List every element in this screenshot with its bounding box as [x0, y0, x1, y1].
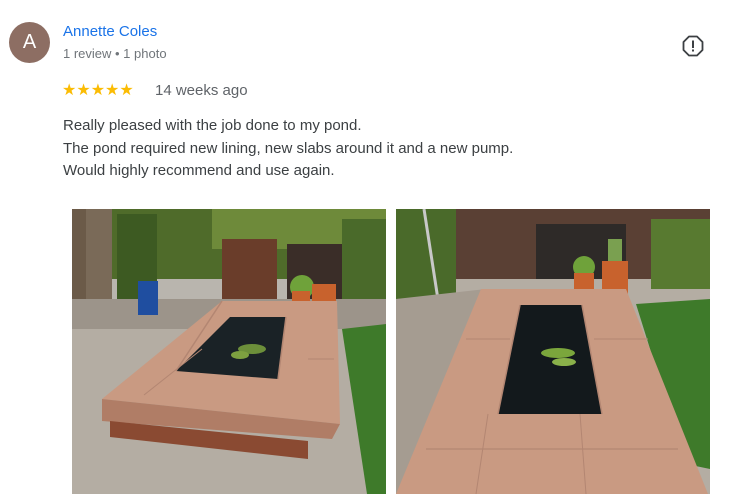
author-name[interactable]: Annette Coles: [63, 23, 157, 40]
review-text: Really pleased with the job done to my p…: [63, 115, 703, 183]
author-meta: 1 review • 1 photo: [63, 46, 167, 61]
review-photo[interactable]: [396, 209, 710, 494]
avatar[interactable]: A: [9, 22, 50, 63]
review-text-line: Would highly recommend and use again.: [63, 162, 335, 179]
review-text-line: Really pleased with the job done to my p…: [63, 117, 362, 134]
review-text-line: The pond required new lining, new slabs …: [63, 139, 514, 157]
star-rating: ★★★★★: [62, 82, 134, 99]
review-photo[interactable]: [72, 209, 386, 494]
flag-icon[interactable]: [682, 35, 704, 57]
review-age: 14 weeks ago: [155, 82, 248, 99]
